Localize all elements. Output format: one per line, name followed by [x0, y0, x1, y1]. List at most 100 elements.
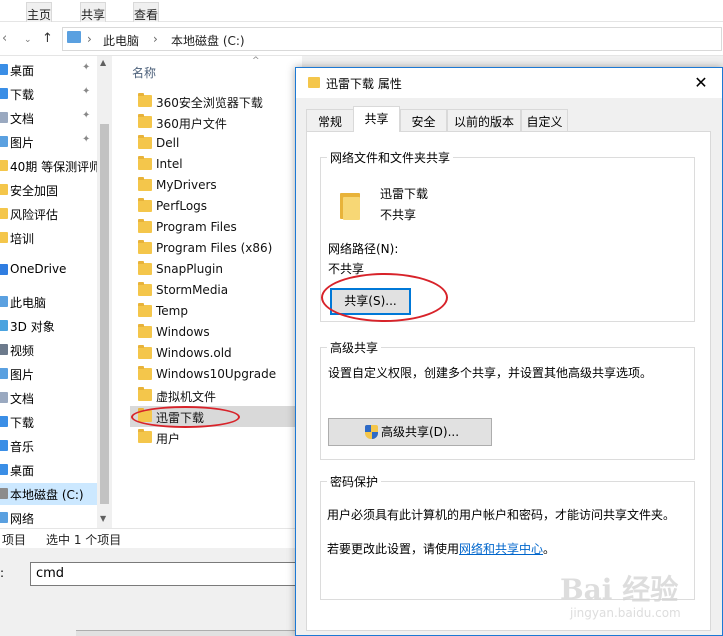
nav-item-icon [0, 488, 8, 499]
file-row[interactable]: Intel [130, 154, 302, 175]
folder-share-status: 不共享 [380, 208, 417, 222]
up-arrow-icon[interactable]: ↑ [42, 31, 53, 46]
pin-icon[interactable]: ✦ [82, 110, 90, 121]
nav-item[interactable]: 安全加固 [0, 179, 97, 201]
address-row: ‹ ⌄ ↑ › 此电脑 › 本地磁盘 (C:) [0, 22, 723, 56]
nav-item-icon [0, 416, 8, 427]
folder-icon [138, 387, 152, 401]
folder-icon [138, 198, 152, 212]
shared-folder-icon [340, 191, 362, 221]
file-row[interactable]: Windows10Upgrade [130, 364, 302, 385]
file-name: Windows10Upgrade [156, 367, 277, 381]
folder-icon [138, 135, 152, 149]
file-row[interactable]: 迅雷下载 [130, 406, 302, 427]
file-row[interactable]: Dell [130, 133, 302, 154]
file-row[interactable]: 360用户文件 [130, 112, 302, 133]
folder-icon [138, 93, 152, 107]
tab-customize[interactable]: 自定义 [521, 109, 568, 131]
tab-security[interactable]: 安全 [400, 109, 447, 131]
nav-item[interactable]: 文档 [0, 387, 97, 409]
pin-icon[interactable]: ✦ [82, 134, 90, 145]
nav-item[interactable]: 图片 ✦ [0, 131, 97, 153]
nav-item[interactable]: 此电脑 [0, 291, 97, 313]
scroll-down-icon[interactable]: ▼ [100, 514, 106, 523]
breadcrumb-local-disk[interactable]: 本地磁盘 (C:) [171, 32, 245, 49]
nav-item[interactable]: 文档 ✦ [0, 107, 97, 129]
file-row[interactable]: Windows [130, 322, 302, 343]
nav-scrollbar[interactable]: ▲ ▼ [97, 56, 112, 528]
nav-item-label: 图片 [10, 136, 35, 150]
ribbon-tab-home[interactable]: 主页 [26, 2, 53, 24]
ribbon-tab-share[interactable]: 共享 [80, 2, 107, 24]
nav-item-label: 网络 [10, 512, 35, 526]
dialog-title-bar[interactable]: 迅雷下载 属性 ✕ [296, 68, 722, 98]
folder-icon [138, 408, 152, 422]
address-bar[interactable]: › 此电脑 › 本地磁盘 (C:) [62, 27, 722, 51]
nav-item[interactable]: 图片 [0, 363, 97, 385]
file-row[interactable]: Program Files (x86) [130, 238, 302, 259]
file-row[interactable]: Program Files [130, 217, 302, 238]
run-command-input[interactable]: cmd [30, 562, 302, 586]
nav-item-icon [0, 232, 8, 243]
folder-icon [138, 303, 152, 317]
nav-item[interactable]: 风险评估 [0, 203, 97, 225]
nav-item[interactable]: 下载 ✦ [0, 83, 97, 105]
chevron-down-icon[interactable]: ⌄ [24, 35, 32, 45]
file-row[interactable]: 虚拟机文件 [130, 385, 302, 406]
nav-item-icon [0, 344, 8, 355]
nav-item[interactable]: 视频 [0, 339, 97, 361]
nav-item-label: 安全加固 [10, 184, 59, 198]
breadcrumb-separator-icon: › [153, 32, 158, 46]
file-row[interactable]: StormMedia [130, 280, 302, 301]
nav-item-icon [0, 392, 8, 403]
computer-icon [67, 31, 81, 43]
breadcrumb-this-pc[interactable]: 此电脑 [103, 32, 139, 49]
nav-item[interactable]: 桌面 ✦ [0, 59, 97, 81]
file-row[interactable]: Windows.old [130, 343, 302, 364]
run-area: : cmd [0, 550, 302, 636]
nav-item-label: 下载 [10, 416, 35, 430]
close-icon[interactable]: ✕ [690, 72, 712, 94]
nav-item[interactable]: OneDrive [0, 259, 97, 281]
nav-item[interactable]: 本地磁盘 (C:) [0, 483, 97, 505]
nav-item-label: 图片 [10, 368, 35, 382]
nav-item-label: 此电脑 [10, 296, 47, 310]
tab-general[interactable]: 常规 [306, 109, 354, 131]
nav-item[interactable]: 下载 [0, 411, 97, 433]
scroll-thumb[interactable] [100, 124, 109, 504]
nav-item-label: 视频 [10, 344, 35, 358]
share-button[interactable]: 共享(S)... [330, 288, 411, 315]
nav-item[interactable]: 桌面 [0, 459, 97, 481]
nav-item[interactable]: 音乐 [0, 435, 97, 457]
tab-sharing[interactable]: 共享 [353, 106, 400, 132]
file-name: Dell [156, 136, 180, 150]
nav-item[interactable]: 3D 对象 [0, 315, 97, 337]
pin-icon[interactable]: ✦ [82, 86, 90, 97]
file-row[interactable]: 360安全浏览器下载 [130, 91, 302, 112]
file-row[interactable]: SnapPlugin [130, 259, 302, 280]
nav-item-icon [0, 368, 8, 379]
network-path-value: 不共享 [328, 262, 365, 276]
scroll-up-icon[interactable]: ▲ [100, 58, 106, 67]
properties-dialog: 迅雷下载 属性 ✕ 常规 共享 安全 以前的版本 自定义 网络文件和文件夹共享 … [295, 67, 723, 636]
nav-item[interactable]: 40期 等保测评师 [0, 155, 97, 177]
pin-icon[interactable]: ✦ [82, 62, 90, 73]
file-row[interactable]: 用户 [130, 427, 302, 448]
ribbon-tab-view[interactable]: 查看 [133, 2, 160, 24]
nav-item-label: OneDrive [10, 262, 67, 276]
nav-item[interactable]: 培训 [0, 227, 97, 249]
nav-item-label: 文档 [10, 392, 35, 406]
advanced-sharing-button[interactable]: 高级共享(D)... [328, 418, 492, 446]
watermark-brand: Bai 经验 [560, 573, 679, 606]
column-header-name[interactable]: 名称 [132, 64, 156, 81]
file-row[interactable]: Temp [130, 301, 302, 322]
file-name: Intel [156, 157, 183, 171]
nav-item[interactable]: 网络 [0, 507, 97, 528]
back-arrow-icon[interactable]: ‹ [2, 31, 7, 46]
tab-previous-versions[interactable]: 以前的版本 [447, 109, 521, 131]
file-row[interactable]: MyDrivers [130, 175, 302, 196]
nav-item-icon [0, 320, 8, 331]
file-row[interactable]: PerfLogs [130, 196, 302, 217]
network-sharing-center-link[interactable]: 网络和共享中心 [459, 542, 543, 556]
folder-icon [138, 240, 152, 254]
